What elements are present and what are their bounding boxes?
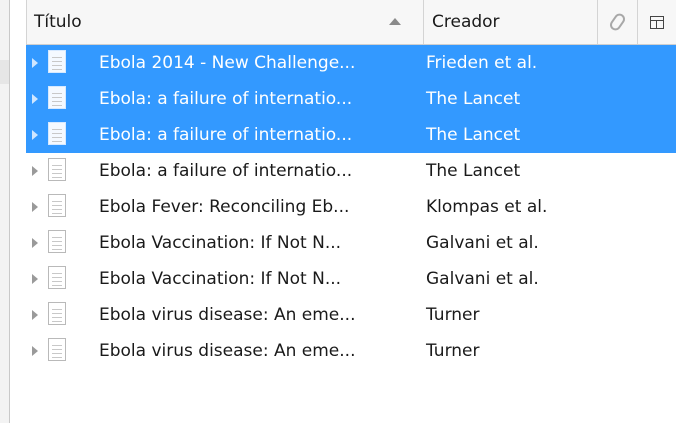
document-icon — [48, 338, 66, 361]
column-header-creator-label: Creador — [432, 12, 500, 32]
table-row[interactable]: Ebola virus disease: An eme... Turner — [26, 333, 676, 369]
column-header-title[interactable]: Título — [26, 0, 424, 44]
table-row[interactable]: Ebola Vaccination: If Not N... Galvani et… — [26, 261, 676, 297]
item-rows: Ebola 2014 - New Challenge... Frieden et … — [26, 45, 676, 369]
column-picker-icon — [650, 15, 664, 29]
table-row[interactable]: Ebola: a failure of internatio... The Lan… — [26, 117, 676, 153]
cell-creator: Turner — [426, 341, 480, 361]
cell-creator: Turner — [426, 305, 480, 325]
items-tree[interactable]: Título Creador Ebola 2014 - New Challeng… — [26, 0, 676, 423]
cell-title: Ebola virus disease: An eme... — [99, 305, 356, 325]
expand-twisty-icon[interactable] — [32, 166, 38, 176]
document-icon — [48, 86, 66, 109]
table-row[interactable]: Ebola 2014 - New Challenge... Frieden et … — [26, 45, 676, 81]
cell-title: Ebola Vaccination: If Not N... — [99, 233, 342, 253]
column-picker-button[interactable] — [638, 0, 676, 44]
column-header-title-label: Título — [34, 12, 82, 32]
expand-twisty-icon[interactable] — [32, 346, 38, 356]
cell-creator: The Lancet — [426, 89, 521, 109]
cell-creator: The Lancet — [426, 125, 521, 145]
document-icon — [48, 50, 66, 73]
cell-title: Ebola virus disease: An eme... — [99, 341, 356, 361]
document-icon — [48, 122, 66, 145]
table-row[interactable]: Ebola Fever: Reconciling Eb... Klompas et… — [26, 189, 676, 225]
cell-title: Ebola: a failure of internatio... — [99, 161, 353, 181]
expand-twisty-icon[interactable] — [32, 310, 38, 320]
cell-creator: Frieden et al. — [426, 53, 538, 73]
expand-twisty-icon[interactable] — [32, 202, 38, 212]
cell-title: Ebola: a failure of internatio... — [99, 125, 353, 145]
cell-title: Ebola 2014 - New Challenge... — [99, 53, 356, 73]
left-pane-edge[interactable] — [0, 0, 10, 423]
column-header-creator[interactable]: Creador — [424, 0, 598, 44]
cell-creator: The Lancet — [426, 161, 521, 181]
sort-ascending-icon — [389, 18, 401, 25]
document-icon — [48, 302, 66, 325]
paperclip-icon — [607, 11, 628, 33]
cell-creator: Klompas et al. — [426, 197, 548, 217]
table-row[interactable]: Ebola virus disease: An eme... Turner — [26, 297, 676, 333]
column-header-attachments[interactable] — [598, 0, 638, 44]
table-row[interactable]: Ebola: a failure of internatio... The Lan… — [26, 81, 676, 117]
document-icon — [48, 230, 66, 253]
cell-creator: Galvani et al. — [426, 269, 539, 289]
column-header-row: Título Creador — [26, 0, 676, 45]
cell-title: Ebola: a failure of internatio... — [99, 89, 353, 109]
cell-creator: Galvani et al. — [426, 233, 539, 253]
table-row[interactable]: Ebola: a failure of internatio... The Lan… — [26, 153, 676, 189]
document-icon — [48, 266, 66, 289]
cell-title: Ebola Vaccination: If Not N... — [99, 269, 342, 289]
document-icon — [48, 194, 66, 217]
expand-twisty-icon[interactable] — [32, 58, 38, 68]
document-icon — [48, 158, 66, 181]
table-row[interactable]: Ebola Vaccination: If Not N... Galvani et… — [26, 225, 676, 261]
expand-twisty-icon[interactable] — [32, 238, 38, 248]
expand-twisty-icon[interactable] — [32, 94, 38, 104]
pane-splitter-grip[interactable] — [0, 60, 9, 84]
expand-twisty-icon[interactable] — [32, 274, 38, 284]
expand-twisty-icon[interactable] — [32, 130, 38, 140]
cell-title: Ebola Fever: Reconciling Eb... — [99, 197, 350, 217]
